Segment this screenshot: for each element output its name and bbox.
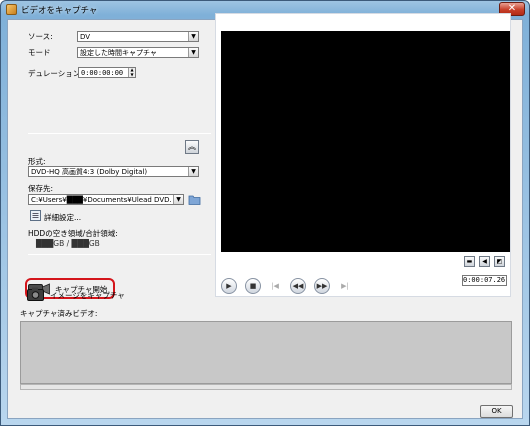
camera-icon[interactable] — [27, 287, 45, 301]
settings-icon[interactable] — [30, 210, 41, 221]
chevron-down-icon: ▼ — [173, 195, 183, 204]
previous-icon[interactable]: |◀ — [267, 278, 283, 294]
format-dropdown[interactable]: DVD-HQ 高画質4:3 (Dolby Digital) ▼ — [28, 166, 199, 177]
duration-label: デュレーション: — [28, 69, 83, 78]
duration-value: 0:00:00:00 — [81, 69, 124, 77]
chevron-down-icon: ▼ — [188, 48, 198, 57]
save-to-value: C:¥Users¥███¥Documents¥Ulead DVD... — [31, 196, 171, 204]
separator — [28, 254, 211, 255]
horizontal-scrollbar[interactable] — [20, 384, 512, 390]
hdd-label: HDDの空き領域/合計領域: — [28, 229, 118, 238]
ok-button[interactable]: OK — [480, 405, 513, 418]
spin-arrows-icon[interactable]: ▲ ▼ — [128, 67, 135, 77]
save-to-dropdown[interactable]: C:¥Users¥███¥Documents¥Ulead DVD... ▼ — [28, 194, 184, 205]
source-dropdown[interactable]: DV ▼ — [77, 31, 199, 42]
video-preview — [221, 31, 510, 252]
fullscreen-icon[interactable]: ◩ — [494, 256, 505, 267]
rewind-button[interactable]: ◀◀ — [290, 278, 306, 294]
format-value: DVD-HQ 高画質4:3 (Dolby Digital) — [31, 168, 148, 176]
mode-value: 設定した時間キャプチャ — [80, 49, 157, 57]
play-button[interactable]: ▶ — [221, 278, 237, 294]
save-to-label: 保存先: — [28, 184, 54, 193]
folder-icon[interactable] — [188, 194, 201, 205]
hdd-value: ███GB / ███GB — [36, 239, 100, 248]
display-mode-button[interactable]: ▬ — [464, 256, 475, 267]
chevron-down-icon: ▼ — [188, 32, 198, 41]
captured-videos-list[interactable] — [20, 321, 512, 384]
app-icon — [6, 4, 17, 15]
separator — [28, 133, 211, 134]
window-title: ビデオをキャプチャ — [21, 6, 98, 16]
timecode-display: 0:00:07.26 — [462, 275, 507, 286]
source-value: DV — [80, 33, 91, 41]
captured-videos-label: キャプチャ済みビデオ: — [20, 309, 98, 318]
stop-button[interactable]: ■ — [245, 278, 261, 294]
capture-window: ビデオをキャプチャ ✕ ソース: DV ▼ モード 設定した時間キャプチャ ▼ … — [0, 0, 530, 426]
capture-image-label[interactable]: イメージをキャプチャ — [50, 290, 125, 301]
detail-settings-link[interactable]: 詳細設定... — [44, 212, 81, 223]
duration-spinner[interactable]: 0:00:00:00 ▲ ▼ — [78, 67, 136, 78]
fast-forward-button[interactable]: ▶▶ — [314, 278, 330, 294]
collapse-button[interactable]: ︽ — [185, 140, 199, 154]
source-label: ソース: — [28, 32, 53, 41]
mode-label: モード — [28, 48, 51, 57]
next-icon[interactable]: ▶| — [337, 278, 353, 294]
chevron-down-icon: ▼ — [188, 167, 198, 176]
speaker-icon[interactable]: ◀ — [479, 256, 490, 267]
mode-dropdown[interactable]: 設定した時間キャプチャ ▼ — [77, 47, 199, 58]
